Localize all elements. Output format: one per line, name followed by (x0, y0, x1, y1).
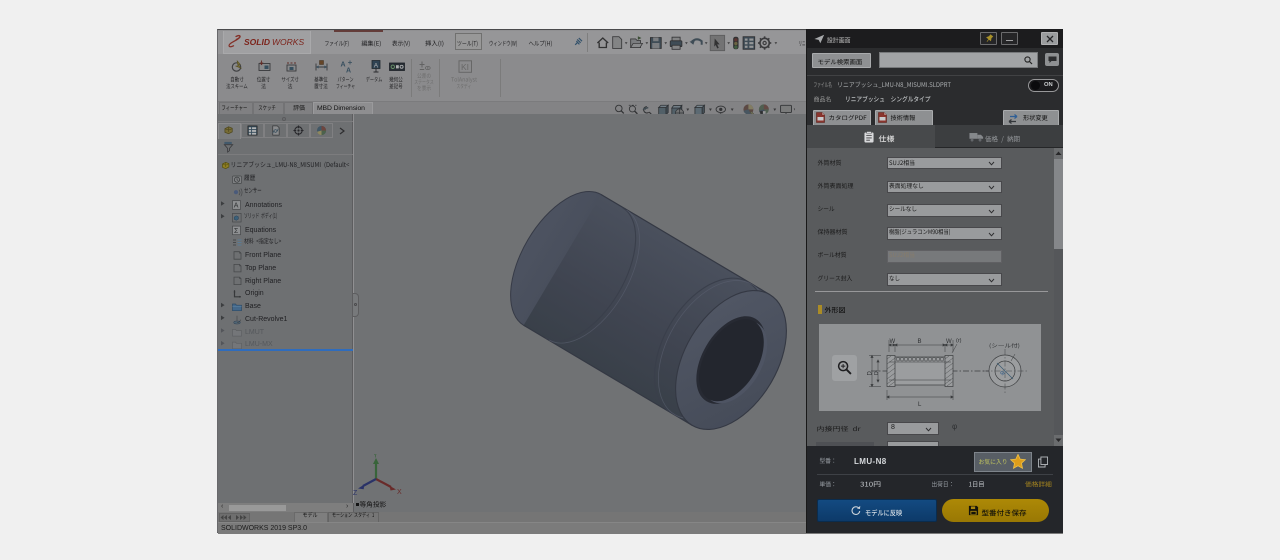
svg-text:SOLID: SOLID (244, 37, 270, 47)
svg-text:W: W (946, 339, 952, 345)
svg-text:KI: KI (461, 62, 469, 72)
svg-text:Y: Y (373, 454, 378, 460)
svg-text:Σ: Σ (234, 228, 239, 235)
svg-text:A: A (341, 62, 346, 69)
svg-text:A: A (346, 68, 351, 74)
svg-text:W: W (890, 339, 896, 345)
svg-text:D: D (868, 371, 874, 376)
svg-text:WORKS: WORKS (272, 37, 304, 47)
svg-text:D₁: D₁ (874, 369, 880, 375)
svg-text:A: A (373, 62, 378, 69)
svg-text:L: L (918, 402, 922, 408)
svg-text:A: A (234, 203, 239, 210)
svg-text:B: B (918, 339, 922, 345)
svg-text:(r): (r) (956, 338, 962, 344)
svg-text:X: X (397, 489, 402, 496)
svg-text:Z: Z (353, 490, 358, 497)
